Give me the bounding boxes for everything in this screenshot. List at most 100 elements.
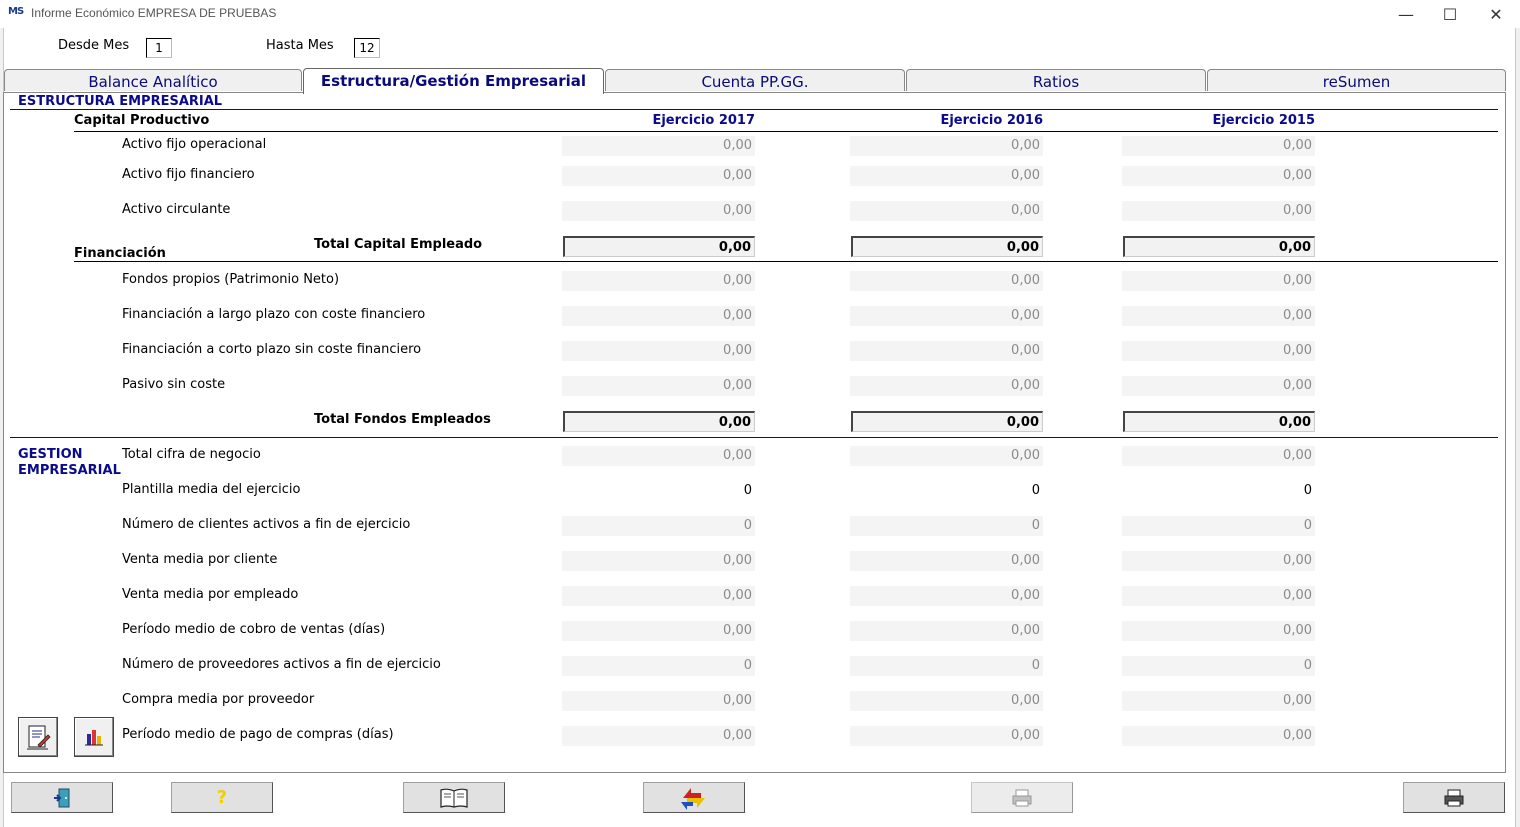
value-cell: 0 — [562, 516, 755, 536]
value-cell: 0,00 — [562, 136, 755, 156]
row-label: Venta media por empleado — [122, 587, 299, 602]
refresh-button[interactable] — [643, 782, 745, 813]
value-cell: 0,00 — [562, 271, 755, 291]
column-header-2015: Ejercicio 2015 — [1212, 113, 1315, 128]
total-fondos-2017: 0,00 — [563, 411, 755, 432]
value-cell: 0,00 — [850, 551, 1043, 571]
value-cell: 0 — [850, 516, 1043, 536]
hasta-mes-label: Hasta Mes — [266, 38, 334, 53]
total-fondos-2015: 0,00 — [1123, 411, 1315, 432]
total-fondos-2016: 0,00 — [851, 411, 1043, 432]
value-cell: 0,00 — [1122, 341, 1315, 361]
value-cell: 0,00 — [1122, 551, 1315, 571]
desde-mes-input[interactable]: 1 — [146, 38, 172, 58]
desde-mes-label: Desde Mes — [58, 38, 130, 53]
document-edit-icon — [27, 725, 51, 750]
row-label: Fondos propios (Patrimonio Neto) — [122, 272, 340, 287]
value-cell: 0,00 — [850, 306, 1043, 326]
value-cell: 0,00 — [562, 621, 755, 641]
manual-button[interactable] — [403, 782, 505, 813]
row-label: Compra media por proveedor — [122, 692, 315, 707]
value-cell: 0,00 — [562, 551, 755, 571]
value-cell: 0,00 — [1122, 621, 1315, 641]
value-cell: 0,00 — [850, 586, 1043, 606]
row-label: Período medio de cobro de ventas (días) — [122, 622, 386, 637]
row-label: Total cifra de negocio — [122, 447, 261, 462]
row-label: Financiación a corto plazo sin coste fin… — [122, 342, 422, 357]
value-cell: 0,00 — [850, 271, 1043, 291]
total-capital-2017: 0,00 — [563, 236, 755, 257]
value-cell: 0 — [1122, 656, 1315, 676]
value-cell: 0,00 — [1122, 586, 1315, 606]
plantilla-input-2016[interactable]: 0 — [850, 481, 1043, 501]
plantilla-input-2017[interactable]: 0 — [562, 481, 755, 501]
print-button[interactable] — [1403, 782, 1505, 813]
row-label: Financiación a largo plazo con coste fin… — [122, 307, 426, 322]
exit-button[interactable] — [11, 782, 113, 813]
value-cell: 0,00 — [850, 376, 1043, 396]
hasta-mes-input[interactable]: 12 — [354, 38, 380, 58]
estructura-section-title: ESTRUCTURA EMPRESARIAL — [18, 94, 223, 109]
close-button[interactable]: ✕ — [1473, 0, 1519, 28]
chart-button[interactable] — [74, 717, 114, 757]
refresh-arrows-icon — [681, 787, 705, 810]
value-cell: 0 — [562, 656, 755, 676]
value-cell: 0,00 — [850, 726, 1043, 746]
row-label: Activo fijo financiero — [122, 167, 255, 182]
help-button[interactable]: ? — [171, 782, 273, 813]
divider — [10, 437, 1498, 438]
value-cell: 0,00 — [1122, 726, 1315, 746]
value-cell: 0,00 — [562, 446, 755, 466]
print-preview-button[interactable] — [971, 782, 1073, 813]
gestion-section-title-2: EMPRESARIAL — [18, 463, 121, 478]
value-cell: 0,00 — [850, 691, 1043, 711]
value-cell: 0,00 — [562, 341, 755, 361]
row-label: Número de clientes activos a fin de ejer… — [122, 517, 411, 532]
financiacion-heading: Financiación — [74, 246, 166, 261]
value-cell: 0 — [850, 656, 1043, 676]
tab-balance-analitico[interactable]: Balance Analítico — [4, 69, 302, 91]
printer-icon — [1444, 789, 1464, 806]
total-capital-2016: 0,00 — [851, 236, 1043, 257]
value-cell: 0,00 — [850, 341, 1043, 361]
total-fondos-label: Total Fondos Empleados — [314, 412, 491, 427]
value-cell: 0,00 — [562, 726, 755, 746]
book-icon — [440, 788, 468, 808]
tab-estructura-gestion[interactable]: Estructura/Gestión Empresarial — [303, 68, 604, 94]
document-edit-button[interactable] — [18, 717, 58, 757]
exit-door-icon — [54, 788, 70, 807]
value-cell: 0,00 — [562, 376, 755, 396]
tab-resumen[interactable]: reSumen — [1207, 69, 1506, 91]
value-cell: 0,00 — [850, 166, 1043, 186]
row-label: Plantilla media del ejercicio — [122, 482, 301, 497]
value-cell: 0,00 — [562, 201, 755, 221]
value-cell: 0,00 — [1122, 376, 1315, 396]
value-cell: 0,00 — [562, 586, 755, 606]
value-cell: 0,00 — [562, 166, 755, 186]
row-label: Venta media por cliente — [122, 552, 278, 567]
value-cell: 0,00 — [850, 136, 1043, 156]
divider — [74, 131, 1498, 132]
value-cell: 0,00 — [1122, 136, 1315, 156]
value-cell: 0,00 — [1122, 271, 1315, 291]
row-label: Activo circulante — [122, 202, 231, 217]
divider — [10, 109, 1498, 110]
row-label: Número de proveedores activos a fin de e… — [122, 657, 441, 672]
value-cell: 0,00 — [1122, 306, 1315, 326]
maximize-button[interactable]: ☐ — [1427, 0, 1473, 28]
column-header-2017: Ejercicio 2017 — [652, 113, 755, 128]
value-cell: 0,00 — [850, 201, 1043, 221]
app-icon: MS — [8, 6, 24, 17]
plantilla-input-2015[interactable]: 0 — [1122, 481, 1315, 501]
window-frame-right — [1515, 28, 1520, 827]
printer-icon — [1012, 789, 1032, 806]
gestion-section-title: GESTION — [18, 447, 83, 462]
minimize-button[interactable]: — — [1383, 0, 1429, 28]
tab-ratios[interactable]: Ratios — [906, 69, 1206, 91]
value-cell: 0,00 — [562, 306, 755, 326]
capital-productivo-heading: Capital Productivo — [74, 113, 210, 128]
value-cell: 0,00 — [1122, 201, 1315, 221]
value-cell: 0,00 — [1122, 691, 1315, 711]
value-cell: 0,00 — [562, 691, 755, 711]
tab-cuenta-ppgg[interactable]: Cuenta PP.GG. — [605, 69, 905, 91]
